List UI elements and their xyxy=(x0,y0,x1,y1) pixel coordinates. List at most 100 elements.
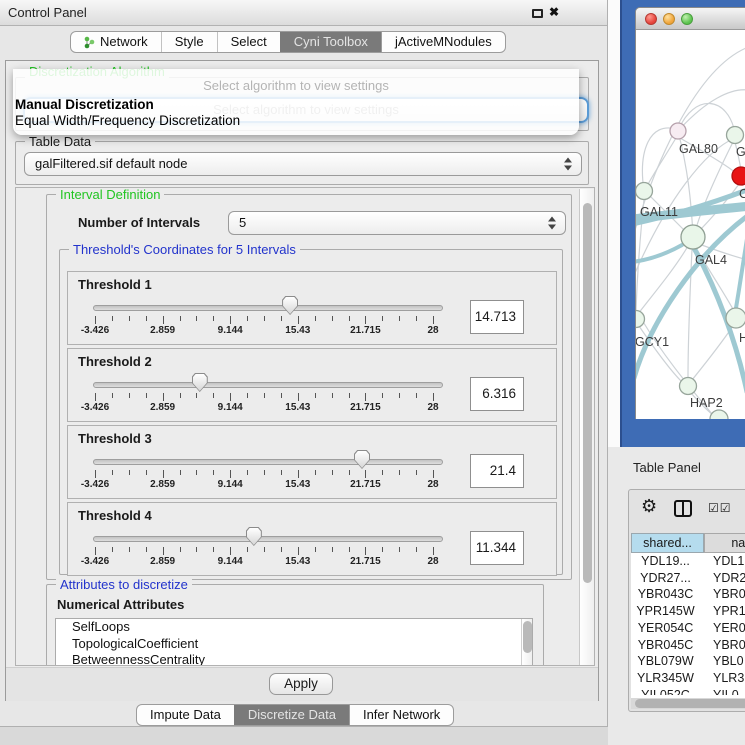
zoom-traffic-light-icon[interactable] xyxy=(681,13,693,25)
threshold-value-field[interactable]: 14.713 xyxy=(470,300,524,334)
gear-icon[interactable]: ⚙ xyxy=(641,496,657,517)
column-header-name[interactable]: name xyxy=(704,533,745,553)
cell-shared-name: YPR145W xyxy=(629,603,702,619)
table-row[interactable]: YBL079WYBL0 xyxy=(629,653,745,670)
cell-shared-name: YBL079W xyxy=(629,653,702,669)
edge[interactable] xyxy=(678,90,745,131)
node-bottom[interactable] xyxy=(710,410,728,419)
threshold-slider-track[interactable] xyxy=(93,459,443,465)
tab-cyni-toolbox[interactable]: Cyni Toolbox xyxy=(280,32,381,52)
attribute-item-topologicalcoefficient[interactable]: TopologicalCoefficient xyxy=(56,636,532,653)
table-row[interactable]: YDR27...YDR2 xyxy=(629,570,745,587)
table-row[interactable]: YBR043CYBR0 xyxy=(629,586,745,603)
node-gal4[interactable] xyxy=(681,225,705,249)
table-row[interactable]: YBR045CYBR0 xyxy=(629,637,745,654)
threshold-slider-handle[interactable] xyxy=(246,527,262,546)
popup-item-equal-width-frequency-discretization[interactable]: Equal Width/Frequency Discretization xyxy=(13,113,579,129)
network-window-titlebar xyxy=(636,8,745,30)
threshold-panel: Threshold 3 -3.4262.8599.14415.4321.7152… xyxy=(67,425,557,499)
window-title: Control Panel xyxy=(8,5,87,20)
interval-definition-group: Interval Definition Number of Intervals … xyxy=(46,194,572,580)
cell-name: YDL1 xyxy=(713,553,744,569)
table-row[interactable]: YPR145WYPR1 xyxy=(629,603,745,620)
tab-jactivemnodules[interactable]: jActiveMNodules xyxy=(381,32,505,52)
scrollbar-thumb[interactable] xyxy=(583,203,592,583)
table-row[interactable]: YLR345WYLR3 xyxy=(629,670,745,687)
network-canvas[interactable]: GAL80GACGAL11GAL4GCY1HHAP2 xyxy=(636,30,745,419)
tab-discretize-data[interactable]: Discretize Data xyxy=(234,705,349,725)
threshold-slider-handle[interactable] xyxy=(192,373,208,392)
threshold-slider-handle[interactable] xyxy=(354,450,370,469)
node-hap2[interactable] xyxy=(680,378,697,395)
columns-icon[interactable] xyxy=(674,500,692,517)
node-gcy1[interactable] xyxy=(636,311,645,328)
threshold-slider-track[interactable] xyxy=(93,305,443,311)
close-icon[interactable]: ✖ xyxy=(549,5,559,19)
edge-highlighted[interactable] xyxy=(736,226,745,308)
tick-label: -3.426 xyxy=(70,479,120,490)
threshold-value-field[interactable]: 21.4 xyxy=(470,454,524,488)
node-green-3[interactable] xyxy=(726,308,745,328)
column-header-shared-name[interactable]: shared... xyxy=(631,533,704,553)
threshold-slider-handle[interactable] xyxy=(282,296,298,315)
network-graph: GAL80GACGAL11GAL4GCY1HHAP2 xyxy=(636,30,745,419)
tick-label: 9.144 xyxy=(205,402,255,413)
tab-network[interactable]: Network xyxy=(71,32,161,52)
float-window-icon[interactable] xyxy=(532,9,543,18)
tab-style[interactable]: Style xyxy=(161,32,217,52)
tick-label: 28 xyxy=(408,479,458,490)
close-traffic-light-icon[interactable] xyxy=(645,13,657,25)
edge[interactable] xyxy=(692,326,733,380)
attribute-item-betweennesscentrality[interactable]: BetweennessCentrality xyxy=(56,652,532,666)
cell-shared-name: YDR27... xyxy=(629,570,702,586)
scrollbar-thumb[interactable] xyxy=(523,621,532,653)
node-red[interactable] xyxy=(732,167,745,185)
edge-highlighted[interactable] xyxy=(636,245,682,262)
threshold-slider-track[interactable] xyxy=(93,382,443,388)
node-pink[interactable] xyxy=(670,123,686,139)
tab-select[interactable]: Select xyxy=(217,32,280,52)
attributes-list-scrollbar[interactable] xyxy=(521,619,532,666)
settings-vertical-scrollbar[interactable] xyxy=(579,189,594,666)
table-row[interactable]: YDL19...YDL1 xyxy=(629,553,745,570)
node-green-1[interactable] xyxy=(727,127,744,144)
tick-label: 28 xyxy=(408,325,458,336)
table-data-combobox[interactable]: galFiltered.sif default node xyxy=(24,152,582,176)
apply-button[interactable]: Apply xyxy=(269,673,333,695)
group-title: Threshold's Coordinates for 5 Intervals xyxy=(69,242,300,257)
edge[interactable] xyxy=(678,103,735,133)
minimize-traffic-light-icon[interactable] xyxy=(663,13,675,25)
tab-impute-data[interactable]: Impute Data xyxy=(137,705,234,725)
node-label-c: C xyxy=(739,187,745,201)
edge[interactable] xyxy=(638,246,688,314)
apply-bar: Apply xyxy=(6,667,598,701)
table-row[interactable]: YIL052CYIL0 xyxy=(629,687,745,695)
control-panel-window: Control Panel ✖ NetworkStyleSelectCyni T… xyxy=(0,0,608,727)
table-horizontal-scrollbar[interactable] xyxy=(631,698,745,709)
cell-shared-name: YER054C xyxy=(629,620,702,636)
top-tabbar: NetworkStyleSelectCyni ToolboxjActiveMNo… xyxy=(70,31,506,53)
tick-label: 28 xyxy=(408,402,458,413)
cell-name: YBR0 xyxy=(713,586,745,602)
numerical-attributes-list[interactable]: SelfLoopsTopologicalCoefficientBetweenne… xyxy=(55,618,533,666)
number-of-intervals-combobox[interactable]: 5 xyxy=(228,211,566,235)
node-label-gal4: GAL4 xyxy=(695,253,727,267)
tick-label: -3.426 xyxy=(70,556,120,567)
node-green-2[interactable] xyxy=(636,183,653,200)
edge[interactable] xyxy=(646,138,676,188)
tab-infer-network[interactable]: Infer Network xyxy=(349,705,453,725)
scrollbar-thumb[interactable] xyxy=(635,699,745,708)
table-row[interactable]: YER054C YER0 xyxy=(629,620,745,637)
threshold-slider-track[interactable] xyxy=(93,536,443,542)
network-icon xyxy=(84,36,95,49)
popup-item-manual-discretization[interactable]: Manual Discretization xyxy=(13,97,579,113)
tick-label: -3.426 xyxy=(70,402,120,413)
node-label-gcy1: GCY1 xyxy=(636,335,669,349)
cell-shared-name: YBR045C xyxy=(629,637,702,653)
cell-name: YER0 xyxy=(713,620,745,636)
attribute-item-selfloops[interactable]: SelfLoops xyxy=(56,619,532,636)
popup-prompt-item[interactable]: Select algorithm to view settings xyxy=(13,69,579,93)
threshold-value-field[interactable]: 6.316 xyxy=(470,377,524,411)
threshold-value-field[interactable]: 11.344 xyxy=(470,531,524,565)
select-columns-checkboxes-icon[interactable]: ☑☑ xyxy=(708,501,732,515)
